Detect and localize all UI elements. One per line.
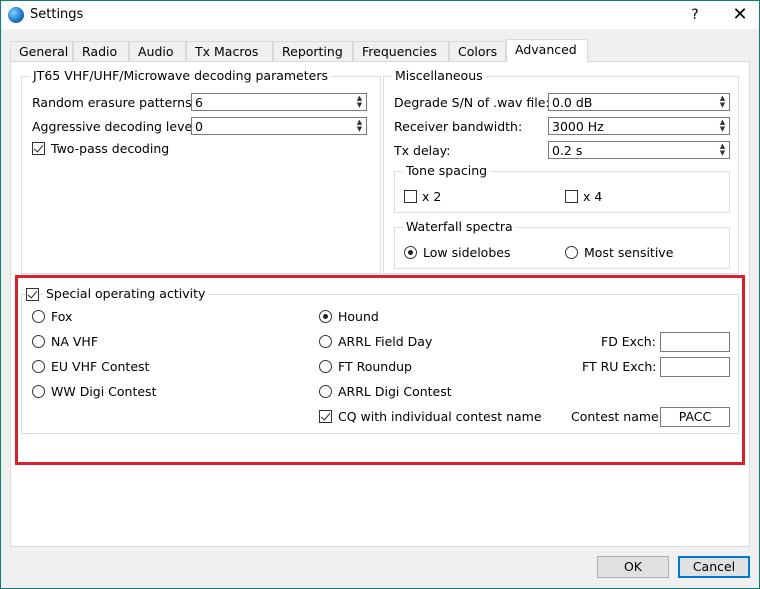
tone-x4-checkbox[interactable] (565, 190, 578, 203)
spin-arrows-icon[interactable]: ▲ ▼ (717, 95, 728, 109)
tab-advanced[interactable]: Advanced (506, 39, 588, 62)
tab-frequencies[interactable]: Frequencies (353, 41, 449, 61)
degrade-sn-label: Degrade S/N of .wav file: (394, 95, 550, 110)
jt65-group: JT65 VHF/UHF/Microwave decoding paramete… (21, 68, 381, 274)
most-sensitive-radio[interactable] (565, 246, 578, 259)
highlight-frame (15, 275, 745, 465)
spin-arrows-icon[interactable]: ▲ ▼ (354, 119, 365, 133)
app-globe-icon (8, 7, 24, 23)
tone-spacing-group: Tone spacing x 2 x 4 (394, 163, 730, 213)
tx-delay-value: 0.2 s (552, 143, 583, 158)
random-erasure-spinbox[interactable]: 6 ▲ ▼ (191, 93, 367, 111)
receiver-bandwidth-label: Receiver bandwidth: (394, 119, 523, 134)
tab-general[interactable]: General (10, 41, 73, 61)
aggressive-decoding-label: Aggressive decoding level: (32, 119, 200, 134)
two-pass-label: Two-pass decoding (51, 141, 170, 156)
low-sidelobes-label: Low sidelobes (423, 245, 511, 260)
waterfall-spectra-group: Waterfall spectra Low sidelobes Most sen… (394, 219, 730, 269)
random-erasure-label: Random erasure patterns: (32, 95, 196, 110)
checkmark-icon (33, 142, 44, 153)
receiver-bandwidth-spinbox[interactable]: 3000 Hz ▲ ▼ (548, 117, 730, 135)
radio-selected-dot (408, 250, 413, 255)
close-button[interactable]: ✕ (725, 4, 755, 26)
jt65-group-title: JT65 VHF/UHF/Microwave decoding paramete… (30, 68, 331, 83)
ok-button[interactable]: OK (597, 556, 669, 578)
misc-group: Miscellaneous Degrade S/N of .wav file: … (383, 68, 739, 274)
spin-arrows-icon[interactable]: ▲ ▼ (717, 143, 728, 157)
spin-arrows-icon[interactable]: ▲ ▼ (354, 95, 365, 109)
tx-delay-spinbox[interactable]: 0.2 s ▲ ▼ (548, 141, 730, 159)
window-title: Settings (30, 7, 84, 22)
aggressive-decoding-value: 0 (195, 119, 203, 134)
aggressive-decoding-spinbox[interactable]: 0 ▲ ▼ (191, 117, 367, 135)
tone-x4-label: x 4 (583, 189, 603, 204)
tab-colors[interactable]: Colors (449, 41, 506, 61)
tab-audio[interactable]: Audio (129, 41, 186, 61)
tab-radio[interactable]: Radio (73, 41, 129, 61)
degrade-sn-value: 0.0 dB (552, 95, 593, 110)
random-erasure-value: 6 (195, 95, 203, 110)
help-button[interactable]: ? (683, 4, 707, 26)
tone-spacing-title: Tone spacing (403, 163, 491, 178)
waterfall-spectra-title: Waterfall spectra (403, 219, 516, 234)
degrade-sn-spinbox[interactable]: 0.0 dB ▲ ▼ (548, 93, 730, 111)
tx-delay-label: Tx delay: (394, 143, 451, 158)
misc-group-title: Miscellaneous (392, 68, 486, 83)
tone-x2-label: x 2 (422, 189, 442, 204)
title-bar: Settings ? ✕ (0, 0, 760, 29)
cancel-button[interactable]: Cancel (678, 556, 750, 578)
tab-reporting[interactable]: Reporting (273, 41, 353, 61)
receiver-bandwidth-value: 3000 Hz (552, 119, 604, 134)
low-sidelobes-radio[interactable] (404, 246, 417, 259)
most-sensitive-label: Most sensitive (584, 245, 674, 260)
two-pass-checkbox[interactable] (32, 142, 45, 155)
tone-x2-checkbox[interactable] (404, 190, 417, 203)
tab-tx-macros[interactable]: Tx Macros (186, 41, 273, 61)
spin-arrows-icon[interactable]: ▲ ▼ (717, 119, 728, 133)
